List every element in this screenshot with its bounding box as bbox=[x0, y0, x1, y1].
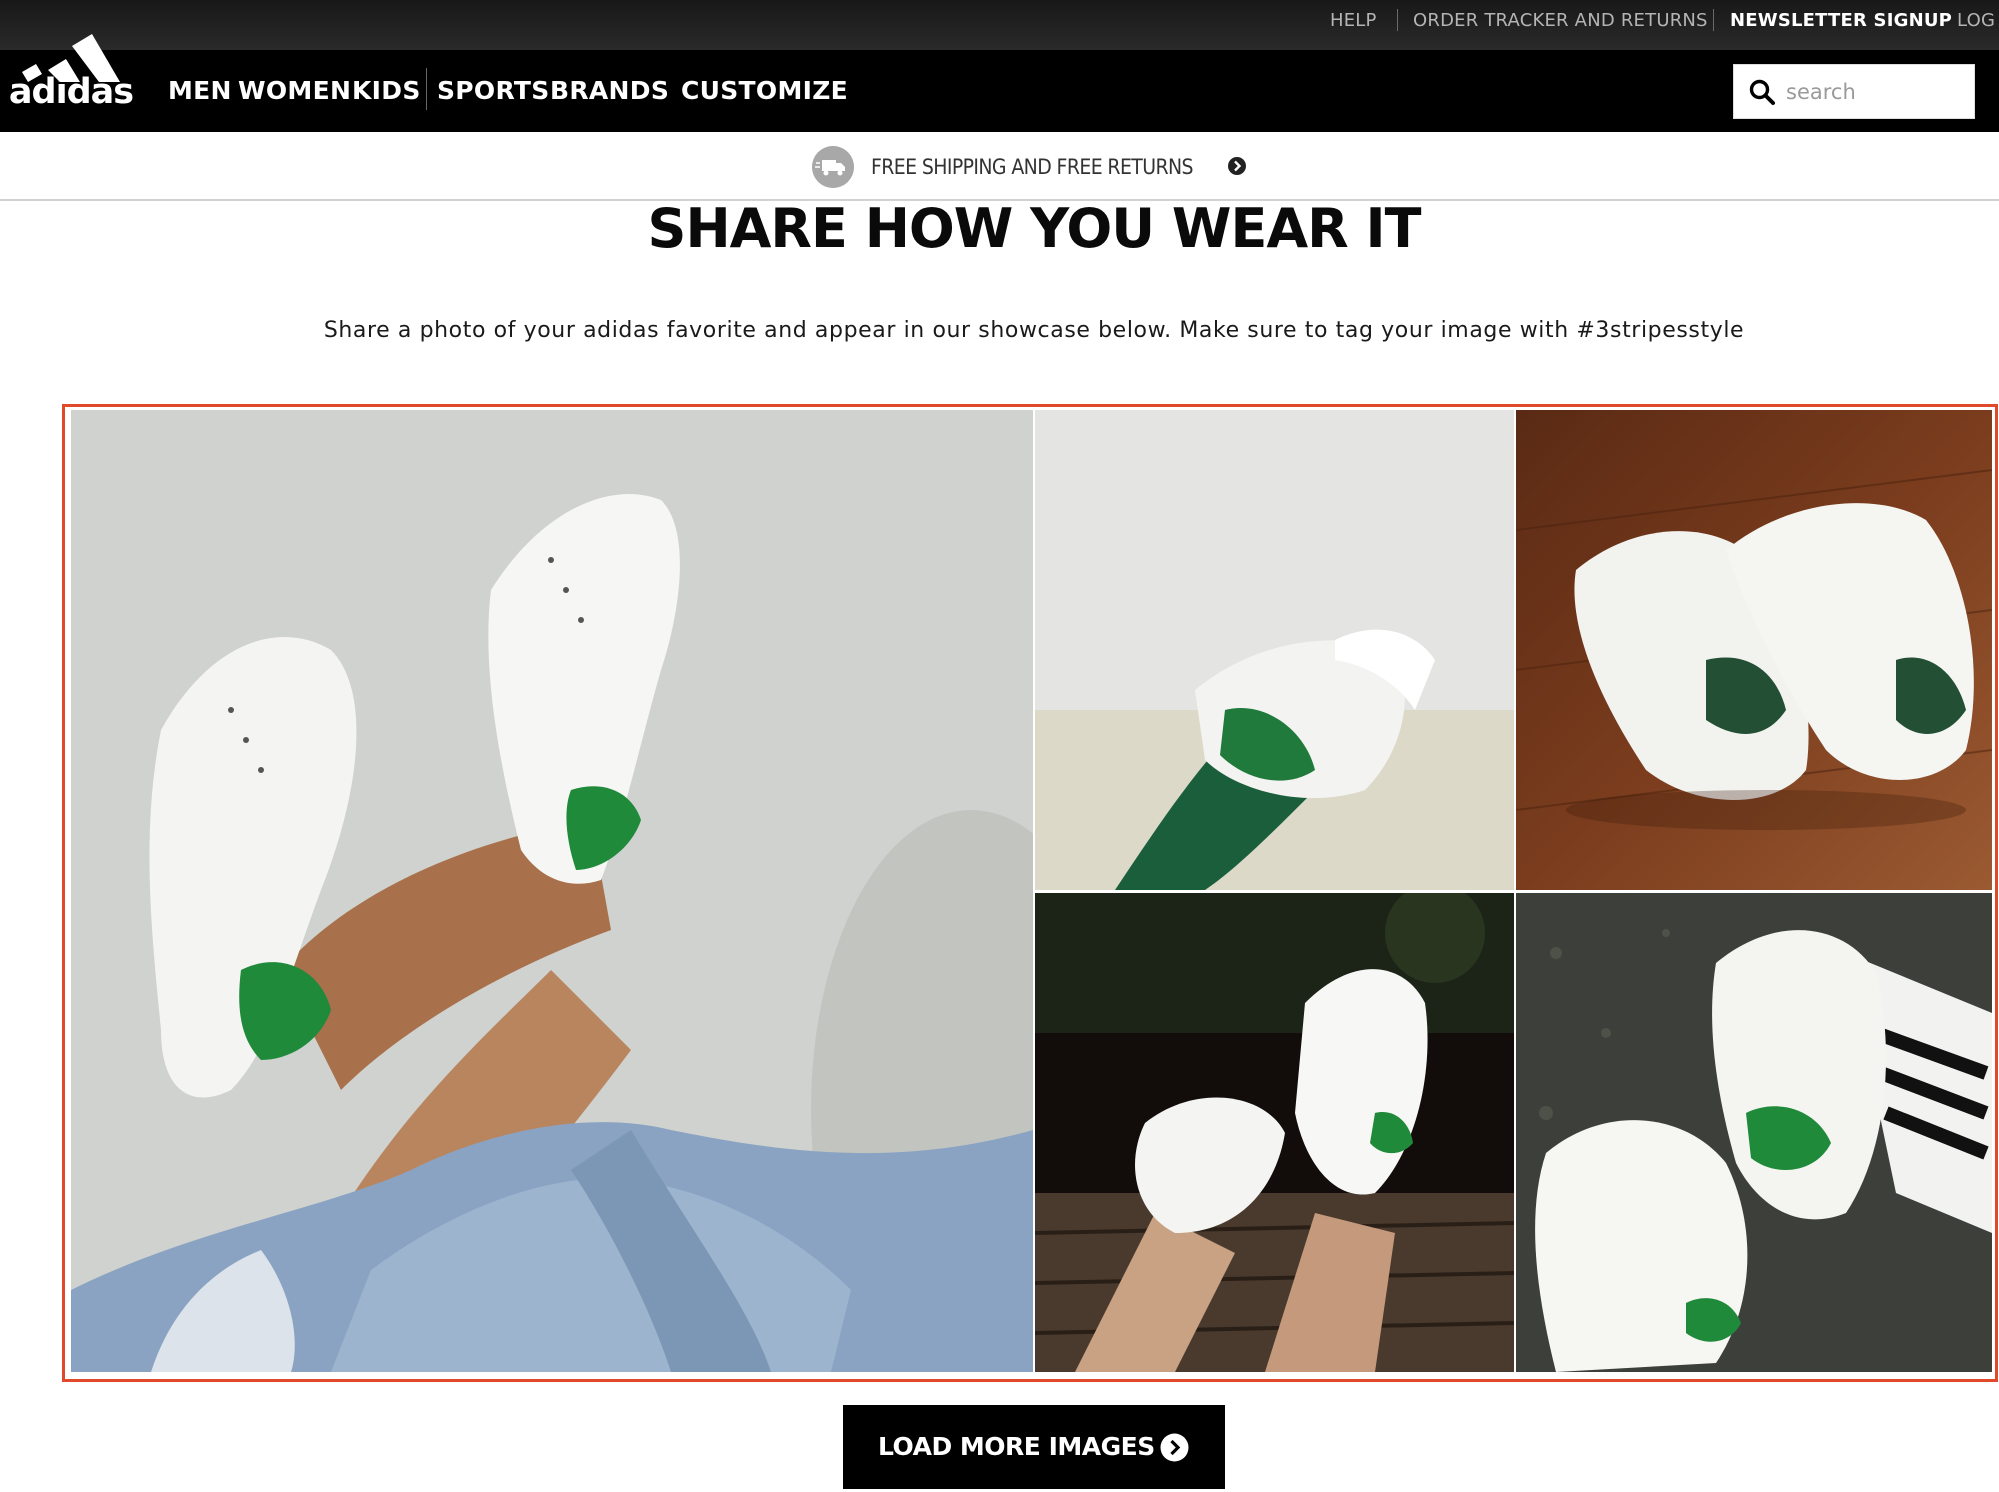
divider bbox=[1713, 9, 1714, 31]
promo-bar[interactable]: FREE SHIPPING AND FREE RETURNS bbox=[0, 132, 1999, 201]
photo-sneakers-wood-floor bbox=[1516, 410, 1992, 890]
promo-text[interactable]: FREE SHIPPING AND FREE RETURNS bbox=[871, 152, 1194, 182]
chevron-right-circle-icon bbox=[1160, 1433, 1189, 1462]
nav-customize[interactable]: CUSTOMIZE bbox=[681, 50, 848, 132]
nav-men[interactable]: MEN bbox=[168, 50, 232, 132]
utility-bar: HELP ORDER TRACKER AND RETURNS NEWSLETTE… bbox=[0, 0, 1999, 50]
help-link[interactable]: HELP bbox=[1330, 0, 1377, 50]
divider bbox=[1397, 9, 1398, 31]
login-link[interactable]: LOG I bbox=[1957, 0, 1999, 50]
gallery-image-5[interactable] bbox=[1516, 893, 1992, 1372]
order-tracker-link[interactable]: ORDER TRACKER AND RETURNS bbox=[1413, 0, 1708, 50]
page-title: SHARE HOW YOU WEAR IT bbox=[647, 197, 1422, 260]
search-box[interactable] bbox=[1733, 64, 1975, 119]
gallery-image-4[interactable] bbox=[1035, 893, 1514, 1372]
photo-green-sock-heel bbox=[1035, 410, 1514, 890]
photo-striped-socks-asphalt bbox=[1516, 893, 1992, 1372]
nav-kids[interactable]: KIDS bbox=[352, 50, 421, 132]
newsletter-signup-link[interactable]: NEWSLETTER SIGNUP bbox=[1730, 0, 1952, 50]
gallery-image-2[interactable] bbox=[1035, 410, 1514, 890]
load-more-images-button[interactable]: LOAD MORE IMAGES bbox=[843, 1405, 1225, 1489]
photo-feet-up-deck bbox=[1035, 893, 1514, 1372]
brand-wordmark[interactable]: adidas bbox=[8, 75, 134, 110]
intro-text: Share a photo of your adidas favorite an… bbox=[323, 318, 1745, 343]
nav-brands[interactable]: BRANDS bbox=[550, 50, 669, 132]
chevron-right-circle-icon[interactable] bbox=[1227, 156, 1247, 176]
gallery-image-1[interactable] bbox=[71, 410, 1033, 1372]
nav-divider bbox=[426, 68, 427, 110]
delivery-truck-icon bbox=[812, 146, 854, 188]
search-icon[interactable] bbox=[1748, 78, 1776, 106]
load-more-label: LOAD MORE IMAGES bbox=[878, 1432, 1155, 1461]
nav-women[interactable]: WOMEN bbox=[238, 50, 351, 132]
nav-sports[interactable]: SPORTS bbox=[437, 50, 550, 132]
photo-legs-crossed bbox=[71, 410, 1033, 1372]
search-input[interactable] bbox=[1784, 73, 1968, 111]
gallery-image-3[interactable] bbox=[1516, 410, 1992, 890]
